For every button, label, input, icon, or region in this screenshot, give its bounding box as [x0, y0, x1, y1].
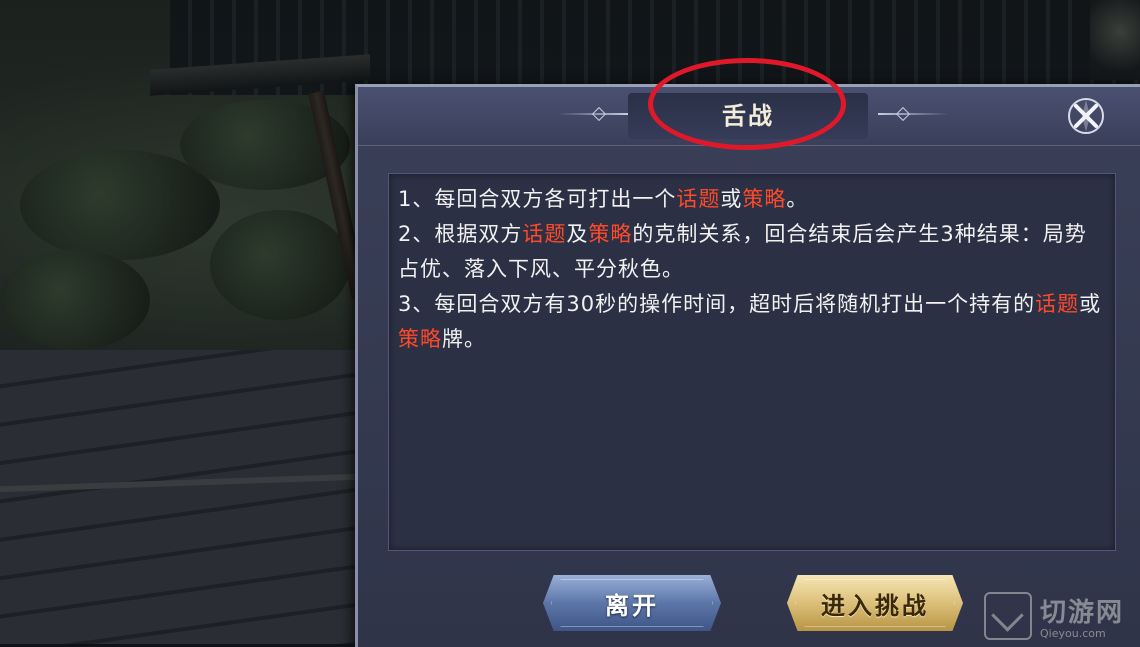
- close-button[interactable]: [1063, 95, 1109, 137]
- watermark-main: 切游网: [1040, 598, 1125, 628]
- watermark-sub: Qieyou.com: [1040, 627, 1106, 640]
- rule-keyword: 策略: [588, 222, 633, 246]
- rule-keyword: 话题: [1035, 292, 1080, 316]
- rule-text: 2、根据双方: [398, 222, 523, 246]
- leave-button-label: 离开: [605, 590, 659, 620]
- enter-challenge-button[interactable]: 进入挑战: [787, 575, 963, 631]
- rules-panel: 1、每回合双方各可打出一个话题或策略。 2、根据双方话题及策略的克制关系，回合结束…: [388, 173, 1116, 551]
- background-bush: [0, 250, 150, 350]
- header-ornament-right-diamond: [895, 106, 911, 122]
- rule-text: 。: [786, 187, 809, 211]
- rule-item: 3、每回合双方有30秒的操作时间，超时后将随机打出一个持有的话题或策略牌。: [398, 287, 1108, 357]
- rule-text: 或: [720, 187, 743, 211]
- background-tree: [1090, 0, 1140, 80]
- rule-item: 2、根据双方话题及策略的克制关系，回合结束后会产生3种结果：局势占优、落入下风、…: [398, 217, 1108, 287]
- debate-dialog: 舌战 1、每回合双方各可打出一个话题或策略。 2、根据双方话题及策略的克制关系，回…: [355, 84, 1140, 647]
- rule-text: 及: [566, 222, 589, 246]
- enter-challenge-button-label: 进入挑战: [821, 590, 929, 620]
- rule-text: 牌。: [442, 327, 486, 351]
- rule-keyword: 策略: [742, 187, 787, 211]
- background-deck: [0, 350, 370, 644]
- header-ornament-right: [878, 113, 948, 115]
- rule-keyword: 策略: [398, 327, 442, 351]
- rule-text: 1、每回合双方各可打出一个: [398, 187, 677, 211]
- watermark: 切游网 Qieyou.com: [984, 588, 1140, 644]
- close-icon: [1068, 98, 1104, 134]
- rules-text: 1、每回合双方各可打出一个话题或策略。 2、根据双方话题及策略的克制关系，回合结束…: [398, 182, 1108, 357]
- watermark-text: 切游网 Qieyou.com: [1040, 592, 1124, 640]
- rule-item: 1、每回合双方各可打出一个话题或策略。: [398, 182, 1108, 217]
- annotation-circle: [648, 58, 846, 150]
- rule-text: 或: [1079, 292, 1102, 316]
- header-ornament-left-diamond: [591, 106, 607, 122]
- rule-keyword: 话题: [676, 187, 721, 211]
- rule-keyword: 话题: [522, 222, 567, 246]
- watermark-logo-icon: [984, 592, 1032, 640]
- rule-text: 3、每回合双方有30秒的操作时间，超时后将随机打出一个持有的: [398, 292, 1036, 316]
- background-bush: [210, 210, 350, 320]
- leave-button[interactable]: 离开: [543, 575, 721, 631]
